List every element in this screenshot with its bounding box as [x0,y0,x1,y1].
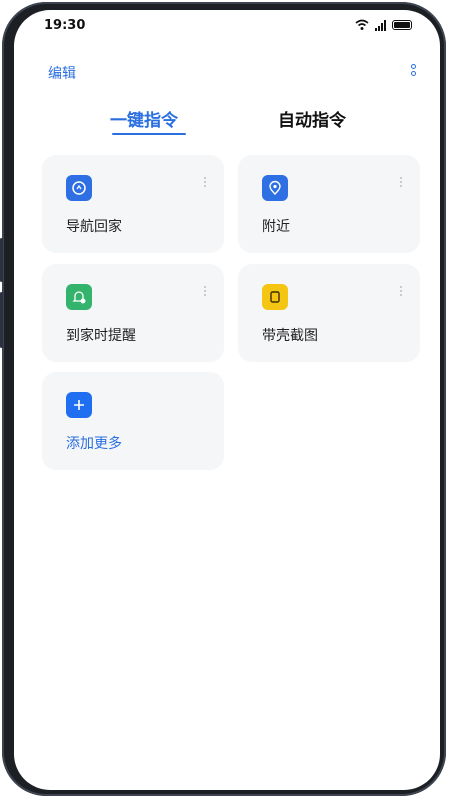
card-menu-icon[interactable] [400,177,402,187]
tab-one-key-commands[interactable]: 一键指令 [110,106,178,131]
power-button [0,292,3,348]
wifi-icon [355,19,369,30]
phone-frame: 19:30 编辑 一键指令 自动指令 导航回家 附近 到家时提醒 带壳截图 添加… [0,2,446,796]
tab-bar: 一键指令 自动指令 [14,106,440,146]
more-options-icon[interactable] [408,64,418,86]
navigation-home-icon [66,175,92,201]
battery-icon [392,20,412,30]
screen: 19:30 编辑 一键指令 自动指令 导航回家 附近 到家时提醒 带壳截图 添加… [14,10,440,790]
edit-button[interactable]: 编辑 [48,63,76,83]
shortcut-card-navigate-home[interactable]: 导航回家 [42,155,224,253]
shortcut-card-nearby[interactable]: 附近 [238,155,420,253]
shortcut-card-framed-screenshot[interactable]: 带壳截图 [238,264,420,362]
active-tab-indicator [112,133,186,135]
shortcut-label: 导航回家 [66,219,122,235]
status-time: 19:30 [44,18,86,33]
shortcut-card-home-reminder[interactable]: 到家时提醒 [42,264,224,362]
screenshot-frame-icon [262,284,288,310]
card-menu-icon[interactable] [400,286,402,296]
volume-button [0,238,3,282]
card-menu-icon[interactable] [204,177,206,187]
add-more-label: 添加更多 [66,436,122,452]
shortcut-label: 附近 [262,219,290,235]
shortcut-label: 到家时提醒 [66,328,136,344]
add-more-card[interactable]: 添加更多 [42,372,224,470]
location-pin-icon [262,175,288,201]
signal-icon [375,19,386,31]
status-bar: 19:30 [14,10,440,40]
tab-auto-commands[interactable]: 自动指令 [278,106,346,131]
shortcut-label: 带壳截图 [262,328,318,344]
card-menu-icon[interactable] [204,286,206,296]
status-icons [355,19,412,31]
plus-icon [66,392,92,418]
home-reminder-icon [66,284,92,310]
